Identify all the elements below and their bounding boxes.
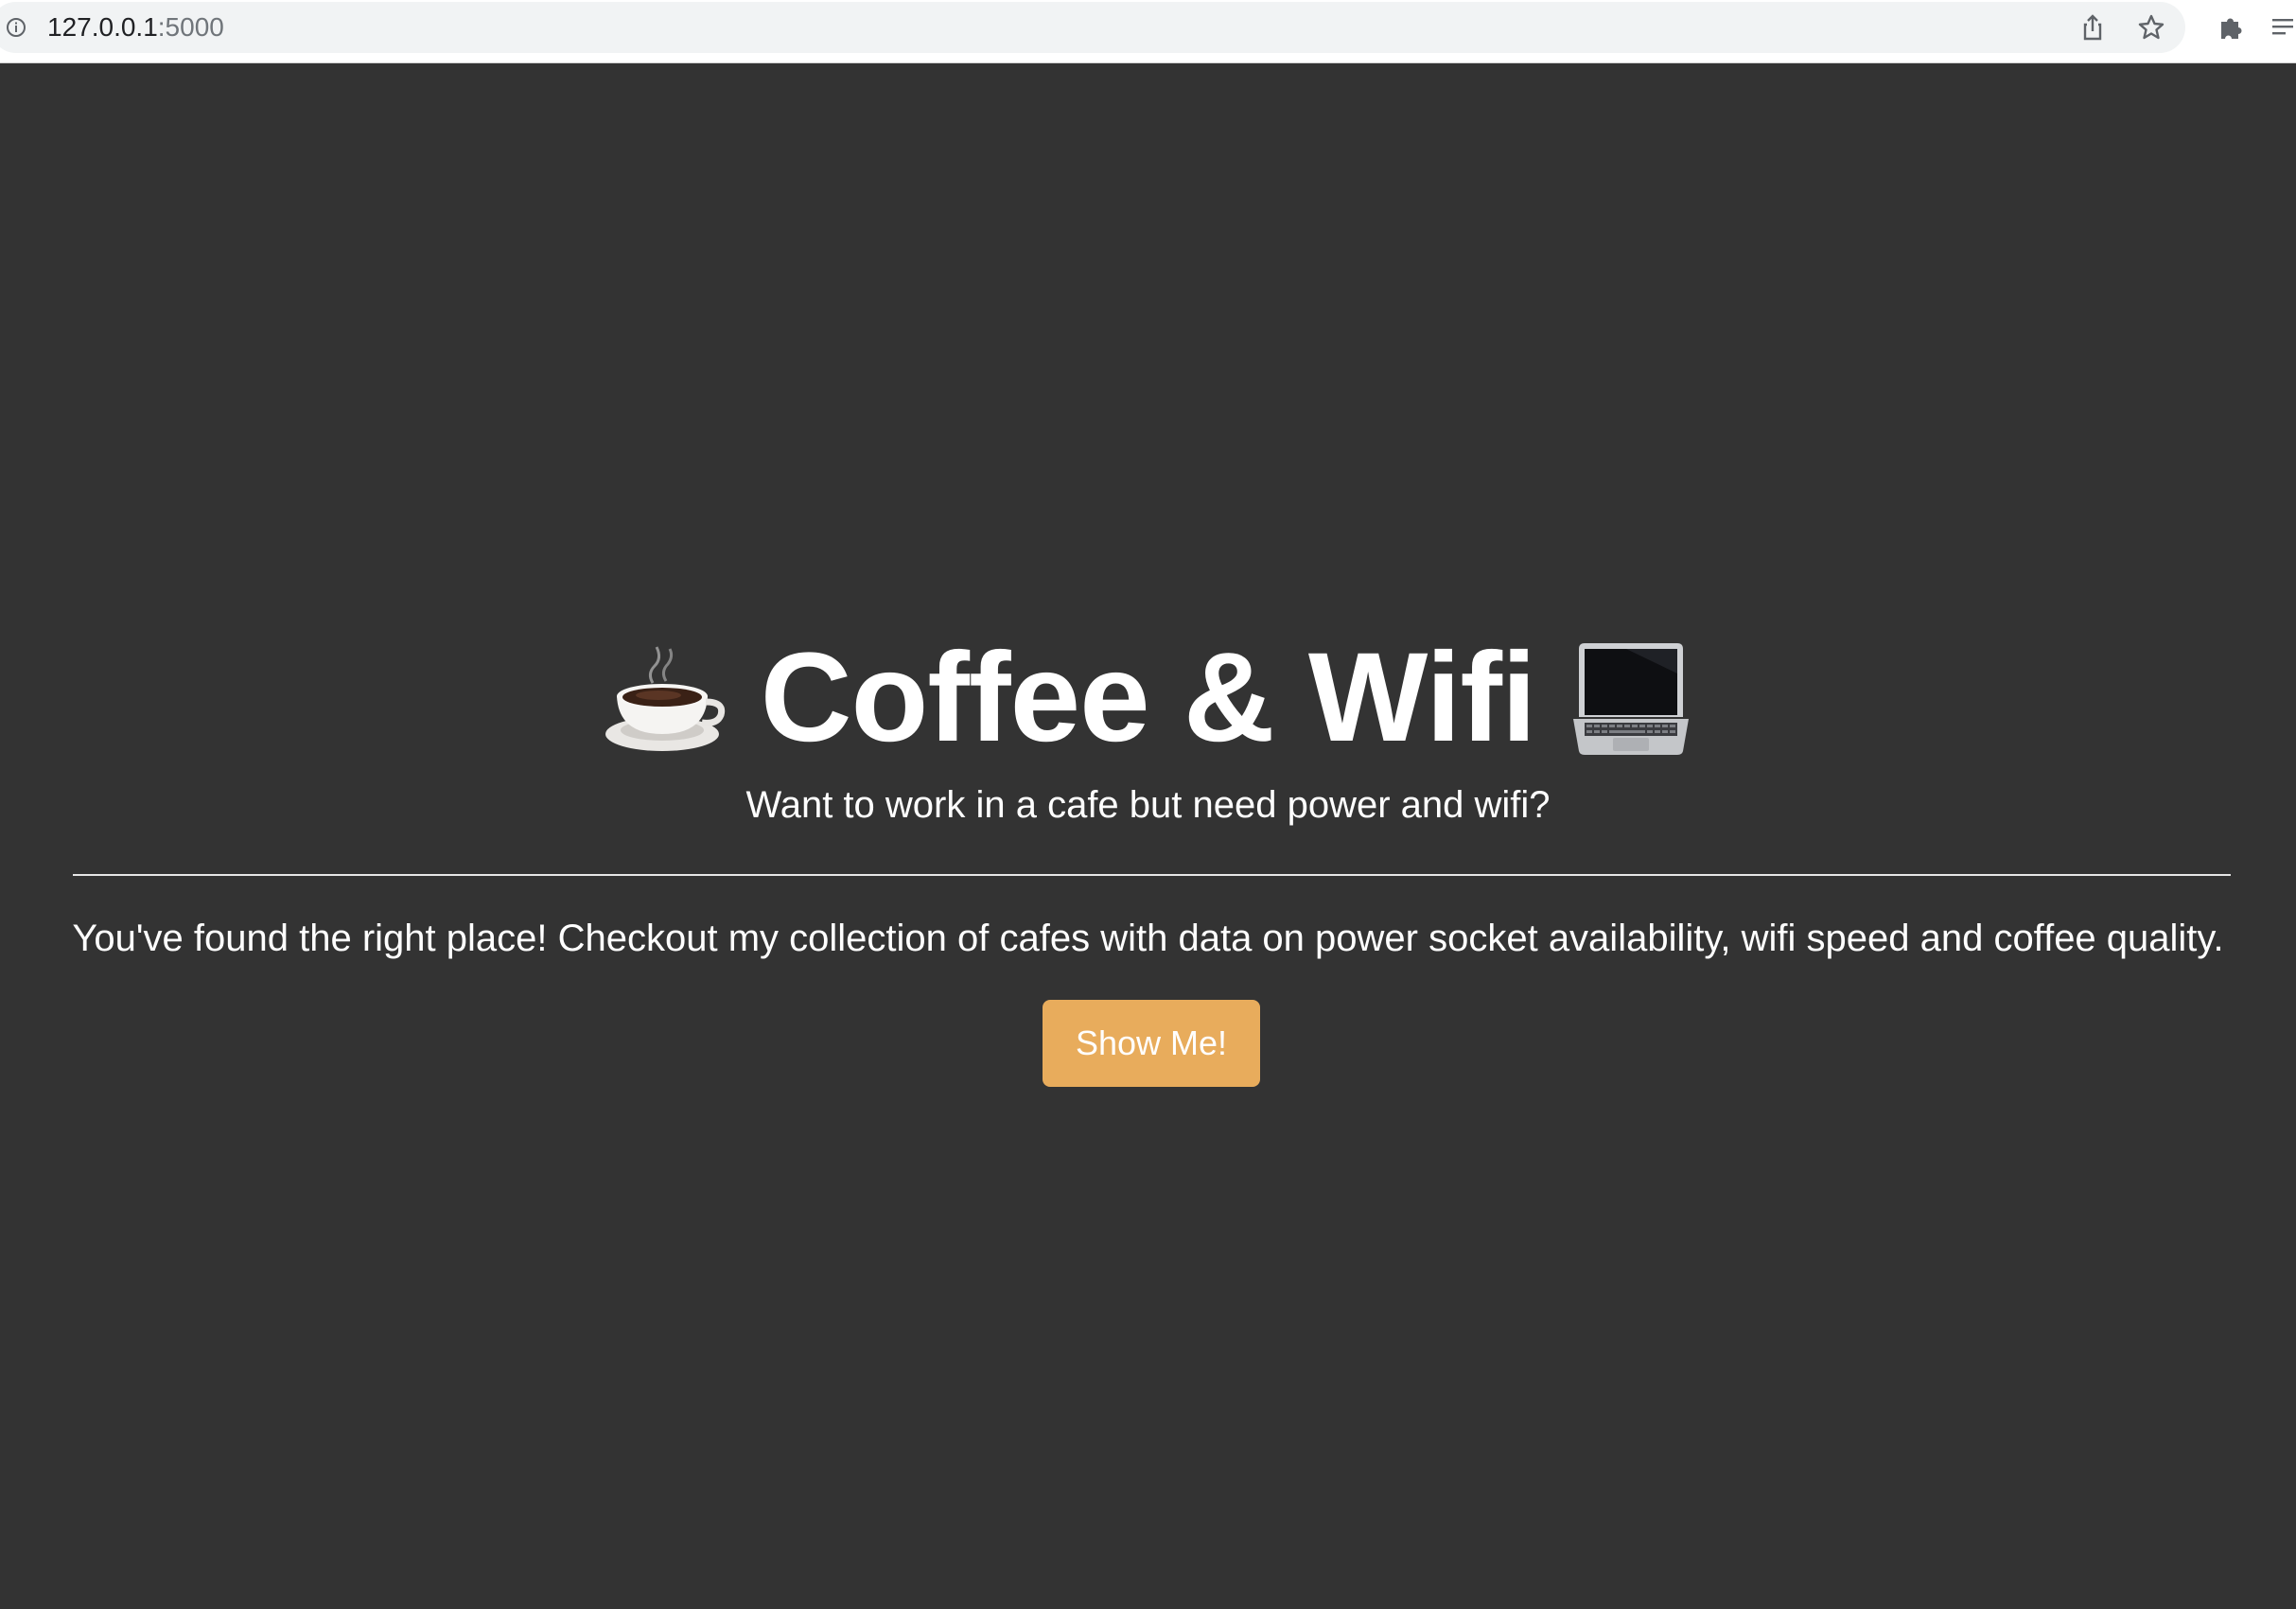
url-text[interactable]: 127.0.0.1:5000	[47, 13, 224, 42]
hero-section: Coffee & Wifi Want to work in a cafe but…	[0, 627, 2296, 827]
extensions-puzzle-icon[interactable]	[2216, 12, 2246, 43]
url-host: 127.0.0.1	[47, 12, 158, 42]
info-icon[interactable]	[6, 17, 26, 38]
page-content: Coffee & Wifi Want to work in a cafe but…	[0, 63, 2296, 1609]
divider	[73, 874, 2231, 876]
lead-paragraph: You've found the right place! Checkout m…	[72, 918, 2224, 959]
share-icon[interactable]	[2077, 12, 2108, 43]
coffee-cup-icon	[605, 646, 725, 751]
show-me-button[interactable]: Show Me!	[1043, 1000, 1260, 1087]
address-bar[interactable]: 127.0.0.1:5000	[0, 2, 2185, 53]
star-icon[interactable]	[2136, 12, 2166, 43]
browser-toolbar: 127.0.0.1:5000	[0, 0, 2296, 63]
page-title: Coffee & Wifi	[760, 626, 1537, 768]
title-row: Coffee & Wifi	[0, 627, 2296, 768]
url-port: :5000	[157, 12, 224, 42]
laptop-icon	[1573, 643, 1690, 755]
reading-list-icon[interactable]	[2270, 12, 2296, 43]
page-subtitle: Want to work in a cafe but need power an…	[745, 784, 1551, 826]
